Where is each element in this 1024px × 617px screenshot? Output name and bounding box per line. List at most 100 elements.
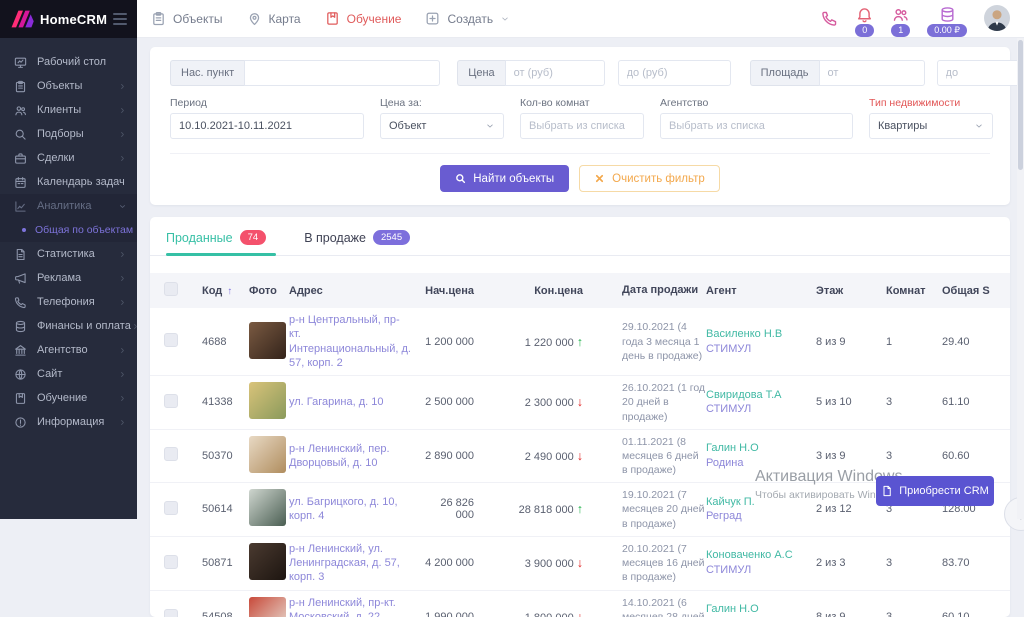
property-photo[interactable]	[249, 597, 286, 617]
phone-icon[interactable]	[821, 10, 838, 27]
sidebar-item-statistics[interactable]: Статистика	[0, 242, 137, 266]
row-checkbox[interactable]	[164, 447, 178, 461]
agent-link[interactable]: Свиридова Т.А	[706, 388, 816, 403]
property-photo[interactable]	[249, 436, 286, 473]
tab-sold[interactable]: Проданные 74	[166, 230, 266, 255]
agency-link[interactable]: СТИМУЛ	[706, 402, 816, 417]
info-circle-icon	[14, 416, 27, 429]
price-to-input[interactable]	[618, 60, 731, 86]
row-checkbox[interactable]	[164, 609, 178, 617]
row-checkbox[interactable]	[164, 333, 178, 347]
agent-link[interactable]: Галин Н.О	[706, 441, 816, 456]
sidebar-item-task-calendar[interactable]: Календарь задач	[0, 170, 137, 194]
settlement-input[interactable]	[244, 60, 440, 86]
agency-link[interactable]: СТИМУЛ	[706, 342, 816, 357]
online-users-button[interactable]: 1	[891, 6, 910, 37]
clear-filter-button[interactable]: Очистить фильтр	[579, 165, 720, 192]
agent-link[interactable]: Коноваченко А.С	[706, 548, 816, 563]
sidebar-item-finance[interactable]: Финансы и оплата	[0, 314, 137, 338]
book-icon	[325, 11, 340, 26]
end-price: 2 490 000	[525, 451, 574, 463]
tab-on-sale[interactable]: В продаже 2545	[304, 230, 410, 255]
rooms-select[interactable]	[520, 113, 644, 139]
area-from-input[interactable]	[819, 60, 925, 86]
address-link[interactable]: ул. Гагарина, д. 10	[289, 395, 419, 409]
sidebar-item-objects-summary[interactable]: Общая по объектам	[0, 218, 137, 242]
sidebar-item-site[interactable]: Сайт	[0, 362, 137, 386]
row-checkbox[interactable]	[164, 501, 178, 515]
sidebar-item-analytics[interactable]: Аналитика	[0, 194, 137, 218]
trend-up-icon: ↑	[577, 335, 583, 349]
nav-create[interactable]: Создать	[425, 11, 510, 26]
sidebar-item-clients[interactable]: Клиенты	[0, 98, 137, 122]
agent-link[interactable]: Василенко Н.В	[706, 327, 816, 342]
user-avatar[interactable]	[984, 5, 1010, 31]
nav-training[interactable]: Обучение	[325, 11, 402, 26]
floor-value: 2 из 3	[816, 557, 846, 569]
row-checkbox[interactable]	[164, 555, 178, 569]
sidebar-item-selections[interactable]: Подборы	[0, 122, 137, 146]
property-photo[interactable]	[249, 322, 286, 359]
property-photo[interactable]	[249, 489, 286, 526]
table-row[interactable]: 41338ул. Гагарина, д. 102 500 0002 300 0…	[150, 376, 1010, 430]
period-input[interactable]	[170, 113, 364, 139]
address-link[interactable]: р-н Ленинский, пер. Дворцовый, д. 10	[289, 442, 419, 471]
buy-crm-button[interactable]: Приобрести CRM	[876, 476, 994, 506]
search-objects-button[interactable]: Найти объекты	[440, 165, 569, 192]
sidebar-item-training[interactable]: Обучение	[0, 386, 137, 410]
notifications-button[interactable]: 0	[855, 6, 874, 37]
sort-asc-icon[interactable]: ↑	[227, 286, 232, 297]
property-photo[interactable]	[249, 382, 286, 419]
table-row[interactable]: 50370 р-н Ленинский, пер. Дворцовый, д. 1…	[150, 429, 1010, 483]
price-from-input[interactable]	[505, 60, 605, 86]
address-link[interactable]: р-н Ленинский, пр-кт. Московский, д. 22,…	[289, 596, 419, 617]
start-price: 26 826 000	[440, 497, 474, 521]
agency-link[interactable]: СТИМУЛ	[706, 563, 816, 578]
property-photo[interactable]	[249, 543, 286, 580]
table-row[interactable]: 50871 р-н Ленинский, ул. Ленинградская, д…	[150, 536, 1010, 590]
table-row[interactable]: 54508 р-н Ленинский, пр-кт. Московский, д…	[150, 590, 1010, 617]
sidebar-item-deals[interactable]: Сделки	[0, 146, 137, 170]
sidebar-item-info[interactable]: Информация	[0, 410, 137, 434]
balance-button[interactable]: 0.00 ₽	[927, 6, 967, 37]
address-link[interactable]: р-н Центральный, пр-кт. Интернациональны…	[289, 313, 419, 370]
agent-link[interactable]: Галин Н.О	[706, 602, 816, 617]
notifications-count: 0	[855, 24, 874, 37]
address-link[interactable]: ул. Багрицкого, д. 10, корп. 4	[289, 495, 419, 524]
sidebar-item-agency[interactable]: Агентство	[0, 338, 137, 362]
nav-objects[interactable]: Объекты	[151, 11, 223, 26]
row-checkbox[interactable]	[164, 394, 178, 408]
scrollbar-thumb[interactable]	[1018, 40, 1023, 170]
object-code[interactable]: 4688	[202, 336, 226, 348]
trend-down-icon: ↓	[577, 556, 583, 570]
logo[interactable]: HomeCRM	[0, 0, 137, 38]
address-link[interactable]: р-н Ленинский, ул. Ленинградская, д. 57,…	[289, 542, 419, 585]
object-code[interactable]: 50614	[202, 503, 233, 515]
rooms-value: 1	[886, 336, 892, 348]
avatar-image	[984, 5, 1010, 31]
object-code[interactable]: 41338	[202, 396, 233, 408]
sidebar-item-ads[interactable]: Реклама	[0, 266, 137, 290]
hamburger-icon[interactable]	[113, 13, 127, 25]
sidebar-item-telephony[interactable]: Телефония	[0, 290, 137, 314]
logo-text: HomeCRM	[40, 12, 107, 27]
agency-link[interactable]: Реград	[706, 509, 816, 524]
nav-map[interactable]: Карта	[247, 11, 301, 26]
chevron-right-icon	[118, 274, 127, 283]
sidebar-item-desktop[interactable]: Рабочий стол	[0, 50, 137, 74]
object-code[interactable]: 50871	[202, 557, 233, 569]
column-code[interactable]: Код↑	[190, 273, 237, 308]
property-type-select[interactable]: Квартиры	[869, 113, 993, 139]
object-code[interactable]: 54508	[202, 611, 233, 617]
sidebar-item-label: Подборы	[37, 128, 84, 140]
area-to-input[interactable]	[937, 60, 1024, 86]
table-row[interactable]: 4688 р-н Центральный, пр-кт. Интернациона…	[150, 308, 1010, 376]
agency-link[interactable]: Родина	[706, 456, 816, 471]
select-all-checkbox[interactable]	[164, 282, 178, 296]
object-code[interactable]: 50370	[202, 450, 233, 462]
price-per-select[interactable]: Объект	[380, 113, 504, 139]
agency-select[interactable]	[660, 113, 853, 139]
agent-link[interactable]: Кайчук П.	[706, 495, 816, 510]
start-price: 1 200 000	[425, 336, 474, 348]
sidebar-item-objects[interactable]: Объекты	[0, 74, 137, 98]
